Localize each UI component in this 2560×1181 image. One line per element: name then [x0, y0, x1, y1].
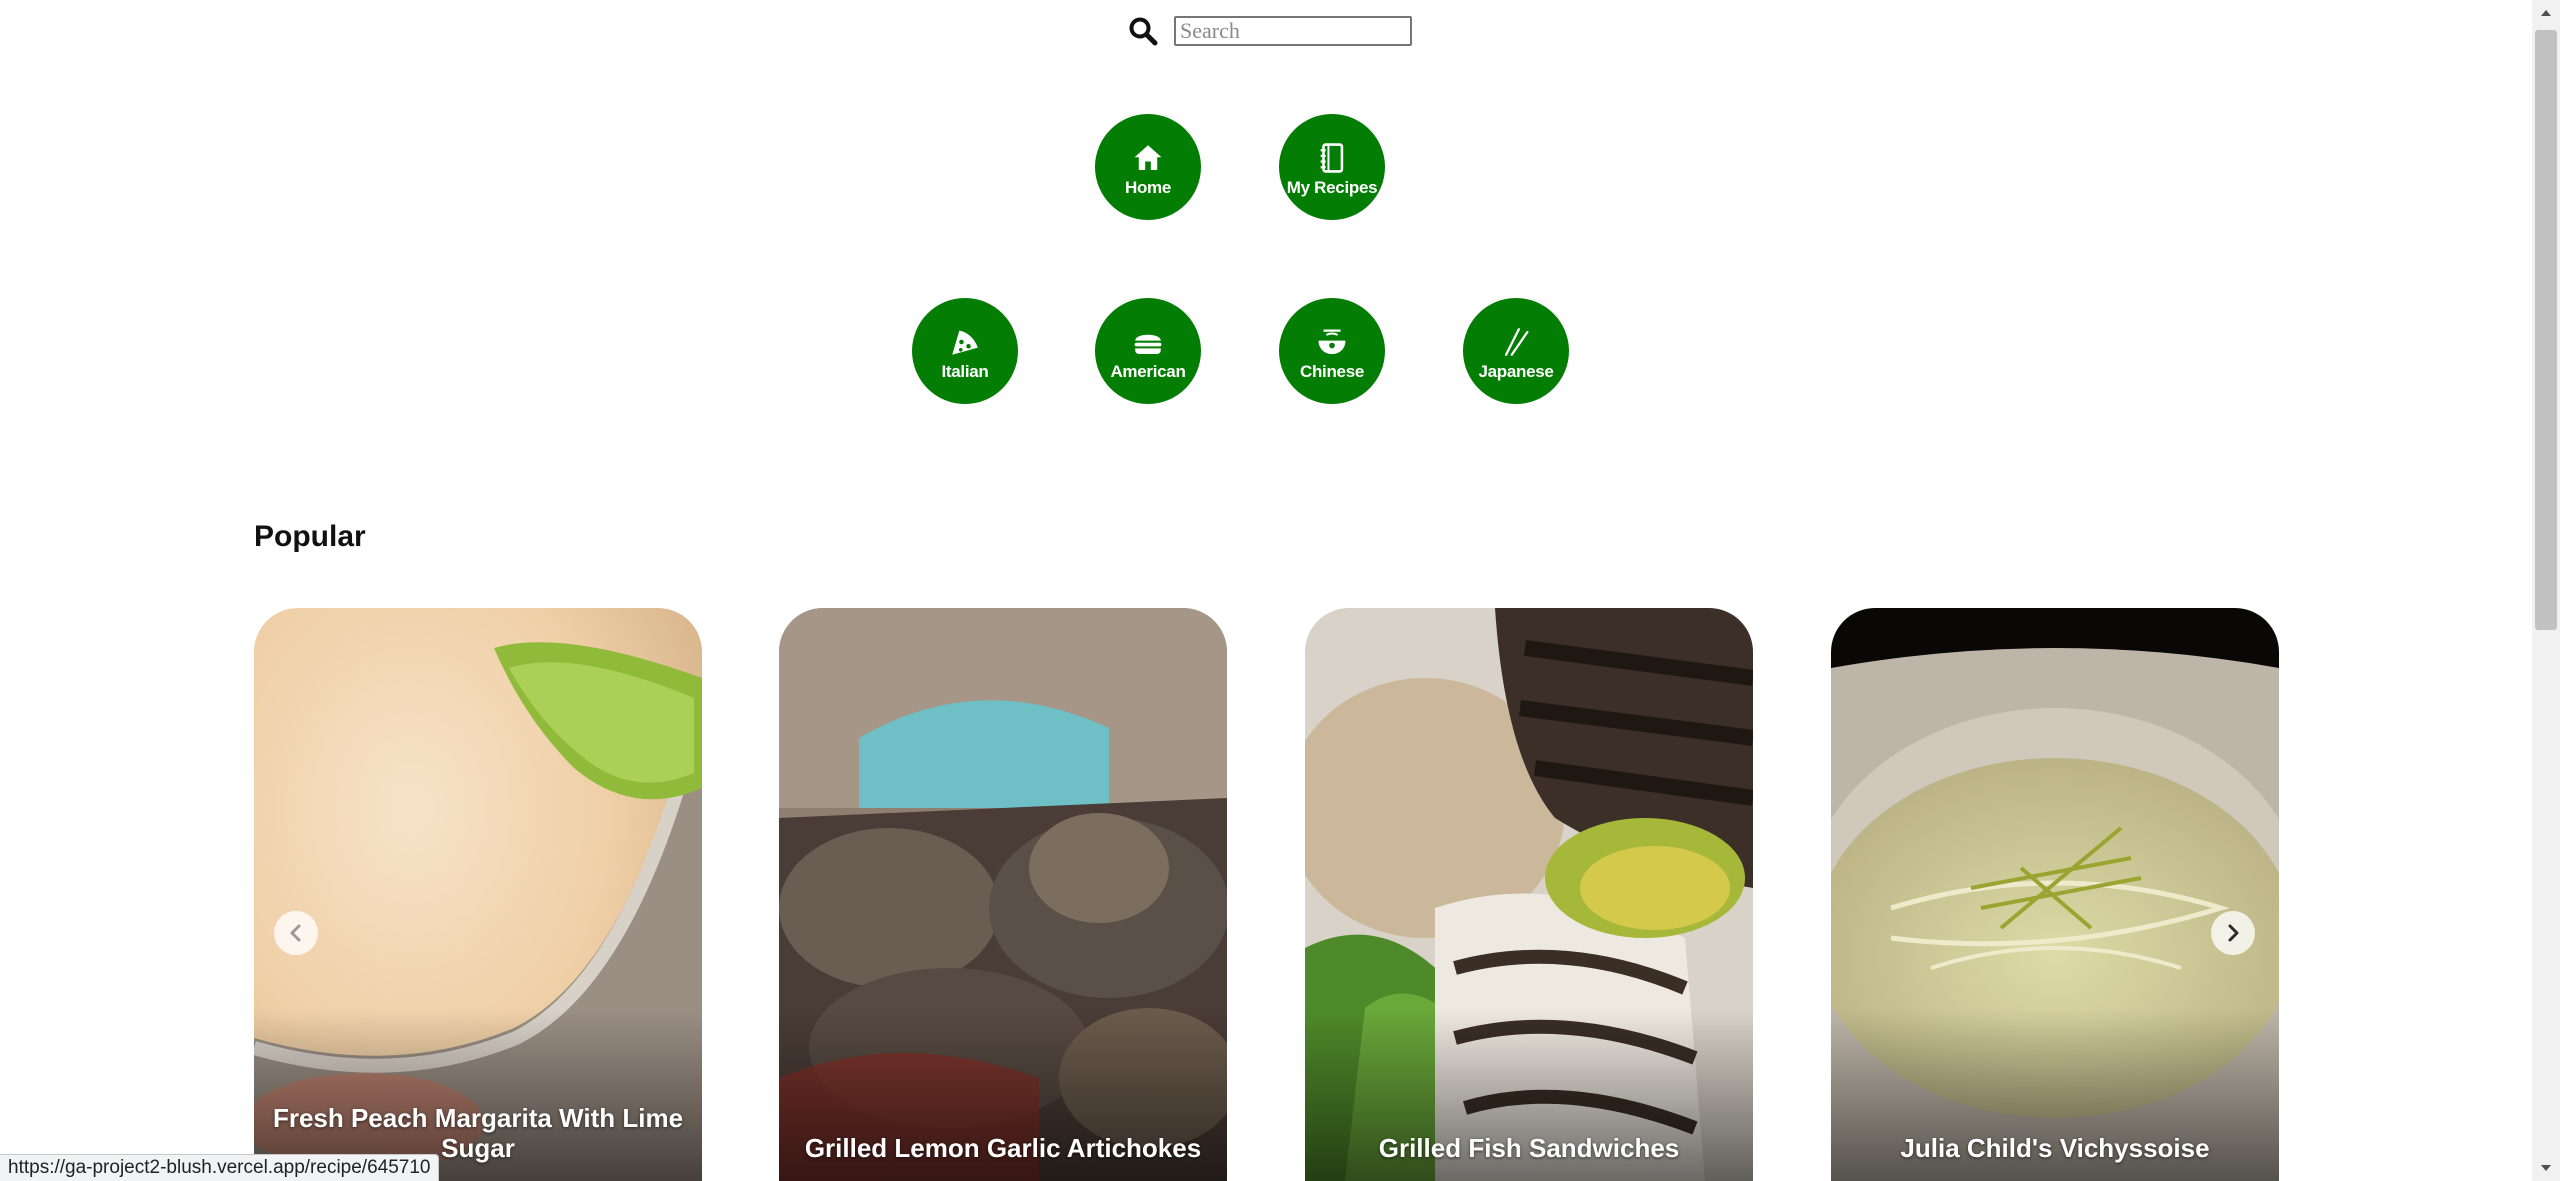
recipe-image — [779, 608, 1227, 1181]
cuisine-japanese-label: Japanese — [1478, 361, 1554, 381]
cuisine-american-label: American — [1110, 361, 1186, 381]
home-icon — [1134, 144, 1162, 170]
cuisine-chinese-label: Chinese — [1299, 361, 1365, 381]
chopsticks-icon — [1504, 327, 1529, 356]
scroll-up-icon[interactable] — [2532, 0, 2560, 26]
pizza-icon — [952, 330, 978, 355]
chevron-right-icon — [2228, 924, 2239, 942]
recipe-title: Grilled Fish Sandwiches — [1378, 1133, 1680, 1163]
nav-my-recipes-button[interactable]: My Recipes — [1279, 114, 1385, 220]
chevron-left-icon — [290, 924, 301, 942]
noodle-bowl-icon — [1318, 329, 1346, 354]
carousel-next-button[interactable] — [2211, 911, 2255, 955]
search-input[interactable] — [1174, 16, 1412, 46]
cuisine-italian-label: Italian — [941, 361, 989, 381]
nav-my-recipes-label: My Recipes — [1286, 177, 1378, 197]
nav-home-label: Home — [1124, 177, 1172, 197]
carousel-prev-button[interactable] — [274, 911, 318, 955]
search-icon[interactable] — [1128, 16, 1158, 46]
cuisine-japanese-button[interactable]: Japanese — [1463, 298, 1569, 404]
popular-section-title: Popular — [254, 520, 366, 553]
recipe-image — [1305, 608, 1753, 1181]
scroll-down-icon[interactable] — [2532, 1155, 2560, 1181]
recipe-book-icon — [1320, 142, 1344, 173]
recipe-card[interactable]: Julia Child's Vichyssoise — [1831, 608, 2279, 1181]
recipe-card[interactable]: Fresh Peach Margarita With Lime Sugar — [254, 608, 702, 1181]
recipe-card[interactable]: Grilled Lemon Garlic Artichokes — [779, 608, 1227, 1181]
cuisine-chinese-button[interactable]: Chinese — [1279, 298, 1385, 404]
recipe-card[interactable]: Grilled Fish Sandwiches — [1305, 608, 1753, 1181]
recipe-title: Grilled Lemon Garlic Artichokes — [804, 1133, 1202, 1163]
cuisine-italian-button[interactable]: Italian — [912, 298, 1018, 404]
link-status-bar: https://ga-project2-blush.vercel.app/rec… — [0, 1154, 440, 1181]
cuisine-american-button[interactable]: American — [1095, 298, 1201, 404]
recipe-image — [254, 608, 702, 1181]
recipe-image — [1831, 608, 2279, 1181]
recipe-title: Julia Child's Vichyssoise — [1900, 1133, 2210, 1163]
burger-icon — [1134, 334, 1162, 354]
nav-home-button[interactable]: Home — [1095, 114, 1201, 220]
scrollbar-thumb[interactable] — [2535, 30, 2557, 630]
vertical-scrollbar[interactable] — [2532, 0, 2560, 1181]
search-bar — [1128, 16, 1412, 46]
